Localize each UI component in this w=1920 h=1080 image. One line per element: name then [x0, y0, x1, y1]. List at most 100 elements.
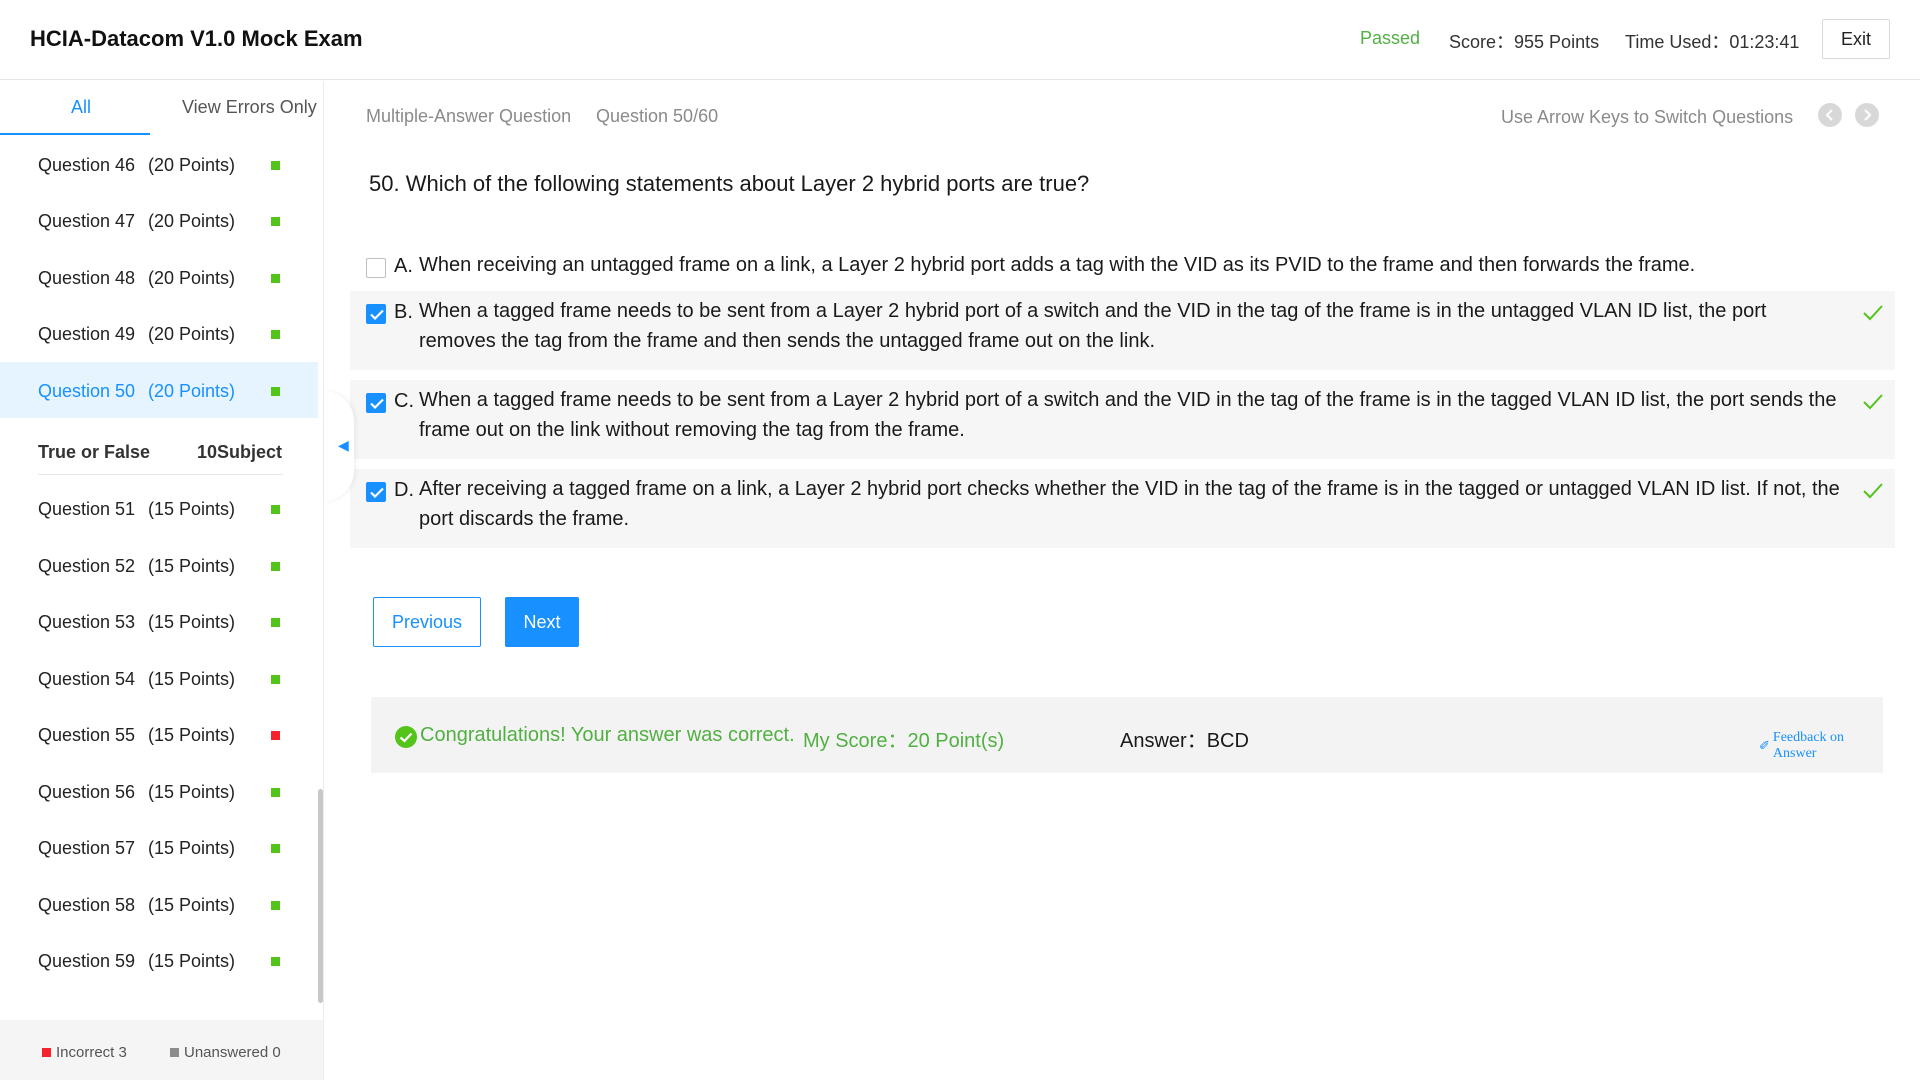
question-points: (15 Points): [148, 951, 236, 971]
next-button[interactable]: Next: [505, 597, 579, 647]
option-letter: A.: [394, 255, 413, 277]
answer-result: Congratulations! Your answer was correct…: [371, 697, 1883, 773]
question-points: (20 Points): [148, 324, 236, 344]
option-d-checkbox[interactable]: [366, 482, 386, 502]
section-divider: [38, 474, 283, 475]
correct-status-icon: [271, 217, 280, 226]
feedback-label: Feedback on Answer: [1772, 730, 1845, 761]
chevron-right-icon: [1864, 109, 1872, 121]
checkmark-icon: [370, 309, 384, 320]
sidebar-question-item[interactable]: Question 51 (15 Points): [0, 480, 318, 537]
option-b-checkbox[interactable]: [366, 304, 386, 324]
sidebar-question-item[interactable]: Question 49 (20 Points): [0, 305, 318, 362]
collapse-sidebar-handle[interactable]: ◀: [324, 391, 354, 501]
app-header: HCIA-Datacom V1.0 Mock Exam Passed Score…: [0, 0, 1920, 80]
option-b[interactable]: B. When a tagged frame needs to be sent …: [350, 291, 1895, 370]
section-title: True or False: [38, 442, 151, 462]
question-sidebar: All View Errors Only Question 45(20 Poin…: [0, 81, 324, 1080]
legend-unanswered-label: Unanswered 0: [184, 1044, 281, 1061]
option-letter: C.: [394, 390, 414, 412]
option-text: When receiving an untagged frame on a li…: [419, 254, 1696, 276]
sidebar-question-item[interactable]: Question 54 (15 Points): [0, 650, 318, 707]
multiple-answer-group: Question 45(20 Points)Question 46(20 Poi…: [0, 135, 318, 418]
answer-legend: Incorrect 3 Unanswered 0: [0, 1020, 323, 1080]
correct-status-icon: [271, 900, 280, 910]
correct-status-icon: [271, 505, 280, 514]
checkmark-icon: [370, 398, 384, 409]
option-letter: B.: [394, 301, 413, 323]
question-points: (15 Points): [148, 894, 236, 915]
question-label: Question 59: [38, 951, 136, 971]
result-message: Congratulations! Your answer was correct…: [420, 724, 795, 746]
question-text: 50. Which of the following statements ab…: [369, 171, 1090, 196]
correct-status-icon: [271, 844, 280, 853]
sidebar-question-item[interactable]: Question 55 (15 Points): [0, 706, 318, 763]
question-points: (20 Points): [148, 154, 236, 175]
correct-answer: Answer：BCD: [1120, 730, 1249, 752]
question-points: (15 Points): [148, 555, 236, 576]
correct-check-icon: [1863, 483, 1883, 499]
sidebar-tabs: All View Errors Only: [0, 81, 323, 135]
option-a[interactable]: A. When receiving an untagged frame on a…: [350, 239, 1895, 289]
correct-status-icon: [271, 957, 280, 966]
sidebar-question-item[interactable]: Question 46 (20 Points): [0, 136, 318, 193]
question-label: Question 50: [38, 380, 136, 401]
legend-incorrect-label: Incorrect 3: [56, 1044, 127, 1061]
correct-status-icon: [271, 330, 280, 339]
question-counter: Question 50/60: [596, 106, 719, 126]
tab-view-errors-only[interactable]: View Errors Only: [182, 97, 317, 118]
next-question-arrow[interactable]: [1855, 103, 1879, 127]
exit-button[interactable]: Exit: [1822, 19, 1890, 59]
question-list[interactable]: Question 45(20 Points)Question 46(20 Poi…: [0, 135, 323, 1021]
success-circle-icon: [395, 726, 417, 748]
option-a-checkbox[interactable]: [366, 258, 386, 278]
correct-status-icon: [271, 561, 280, 571]
previous-button[interactable]: Previous: [373, 597, 481, 647]
question-points: (15 Points): [148, 838, 236, 858]
time-used: Time Used：01:23:41: [1625, 32, 1800, 52]
option-text: When a tagged frame needs to be sent fro…: [419, 389, 1837, 441]
question-points: (20 Points): [148, 211, 236, 231]
edit-icon: ✐: [1759, 738, 1770, 753]
sidebar-question-item[interactable]: Question 48 (20 Points): [0, 249, 318, 306]
sidebar-question-item[interactable]: Question 57 (15 Points): [0, 819, 318, 876]
option-text: After receiving a tagged frame on a link…: [419, 478, 1840, 530]
question-label: Question 56: [38, 781, 136, 802]
correct-status-icon: [271, 674, 280, 684]
correct-check-icon: [1863, 394, 1883, 410]
question-panel: Multiple-Answer Question Question 50/60 …: [324, 81, 1920, 1080]
correct-status-icon: [271, 386, 280, 396]
sidebar-scrollbar[interactable]: [318, 789, 323, 1003]
question-label: Question 48: [38, 267, 136, 288]
question-label: Question 53: [38, 612, 136, 632]
feedback-on-answer-link[interactable]: ✐ Feedback on Answer: [1759, 730, 1883, 762]
legend-unanswered: Unanswered 0: [170, 1044, 281, 1061]
caret-left-icon: ◀: [338, 437, 349, 453]
section-count: 10Subject: [197, 442, 283, 462]
option-c-checkbox[interactable]: [366, 393, 386, 413]
sidebar-question-item[interactable]: Question 59 (15 Points): [0, 932, 318, 989]
tab-all[interactable]: All: [71, 97, 91, 118]
sidebar-question-item[interactable]: Question 58 (15 Points): [0, 876, 318, 933]
question-label: Question 51: [38, 499, 136, 519]
question-points: (15 Points): [148, 781, 236, 802]
option-d[interactable]: D. After receiving a tagged frame on a l…: [350, 469, 1895, 548]
question-points: (15 Points): [148, 612, 236, 632]
incorrect-status-icon: [271, 731, 280, 740]
sidebar-question-item[interactable]: Question 50 (20 Points): [0, 361, 318, 418]
option-text: When a tagged frame needs to be sent fro…: [419, 300, 1767, 352]
correct-check-icon: [1863, 305, 1883, 321]
question-points: (15 Points): [148, 668, 236, 689]
question-label: Question 49: [38, 324, 136, 344]
correct-status-icon: [271, 160, 280, 170]
checkmark-icon: [370, 487, 384, 498]
sidebar-question-item[interactable]: Question 56 (15 Points): [0, 763, 318, 820]
option-c[interactable]: C. When a tagged frame needs to be sent …: [350, 380, 1895, 459]
sidebar-question-item[interactable]: Question 52 (15 Points): [0, 537, 318, 594]
incorrect-square-icon: [42, 1048, 51, 1057]
sidebar-question-item[interactable]: Question 53 (15 Points): [0, 593, 318, 650]
chevron-left-icon: [1825, 109, 1833, 121]
active-tab-indicator: [0, 133, 150, 135]
previous-question-arrow[interactable]: [1818, 103, 1842, 127]
sidebar-question-item[interactable]: Question 47 (20 Points): [0, 192, 318, 249]
